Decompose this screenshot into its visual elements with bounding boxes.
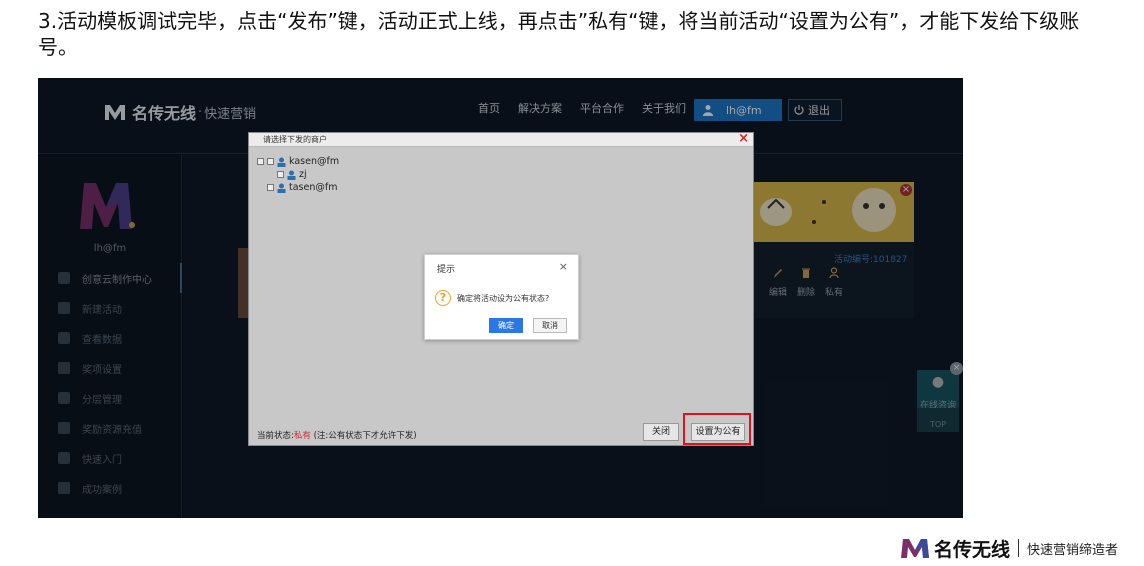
tree-item-label: zj — [299, 169, 307, 180]
confirm-cancel-button[interactable]: 取消 — [533, 318, 567, 333]
status-prefix: 当前状态: — [257, 431, 294, 441]
status-note: (注:公有状态下才允许下发) — [310, 431, 417, 441]
confirm-close-icon[interactable]: × — [559, 260, 568, 273]
footer-brand-name: 名传无线 — [934, 538, 1011, 561]
merchant-tree: kasen@fm zj tasen@fm — [257, 155, 339, 194]
tree-item[interactable]: tasen@fm — [257, 181, 339, 194]
confirm-ok-button[interactable]: 确定 — [489, 318, 523, 333]
question-icon: ? — [435, 290, 451, 306]
status-line: 当前状态:私有 (注:公有状态下才允许下发) — [257, 429, 417, 441]
tree-item[interactable]: kasen@fm — [257, 155, 339, 168]
app-screenshot: 名传无线 · 快速营销 首页 解决方案 平台合作 关于我们 lh@fm 退出 l… — [38, 78, 963, 518]
user-icon — [277, 183, 286, 193]
tree-checkbox[interactable] — [277, 171, 284, 178]
modal-header: 请选择下发的商户 × — [249, 132, 753, 147]
user-icon — [287, 170, 296, 180]
confirm-message: 确定将活动设为公有状态? — [457, 294, 550, 303]
footer-slogan: 快速营销缔造者 — [1027, 542, 1119, 558]
instruction-text: 3.活动模板调试完毕，点击“发布”键，活动正式上线，再点击”私有“键，将当前活动… — [38, 9, 1080, 59]
close-button[interactable]: 关闭 — [643, 423, 679, 441]
page-root: 3.活动模板调试完毕，点击“发布”键，活动正式上线，再点击”私有“键，将当前活动… — [0, 0, 1144, 566]
status-value: 私有 — [293, 431, 311, 441]
confirm-dialog: 提示 × ? 确定将活动设为公有状态? 确定 取消 — [424, 254, 579, 340]
confirm-title: 提示 — [437, 265, 456, 275]
tree-checkbox[interactable] — [267, 158, 274, 165]
modal-close-icon[interactable]: × — [738, 132, 749, 146]
expand-toggle[interactable] — [257, 158, 264, 165]
tree-item[interactable]: zj — [257, 168, 339, 181]
set-public-button[interactable]: 设置为公有 — [691, 423, 745, 441]
footer-logo-icon — [901, 539, 929, 558]
tree-checkbox[interactable] — [267, 184, 274, 191]
user-icon — [277, 157, 286, 167]
tree-item-label: tasen@fm — [289, 182, 338, 193]
tree-item-label: kasen@fm — [289, 156, 340, 167]
footer-divider — [1018, 539, 1020, 557]
modal-title: 请选择下发的商户 — [263, 135, 327, 144]
footer-brand: 名传无线 快速营销缔造者 — [900, 536, 1119, 561]
